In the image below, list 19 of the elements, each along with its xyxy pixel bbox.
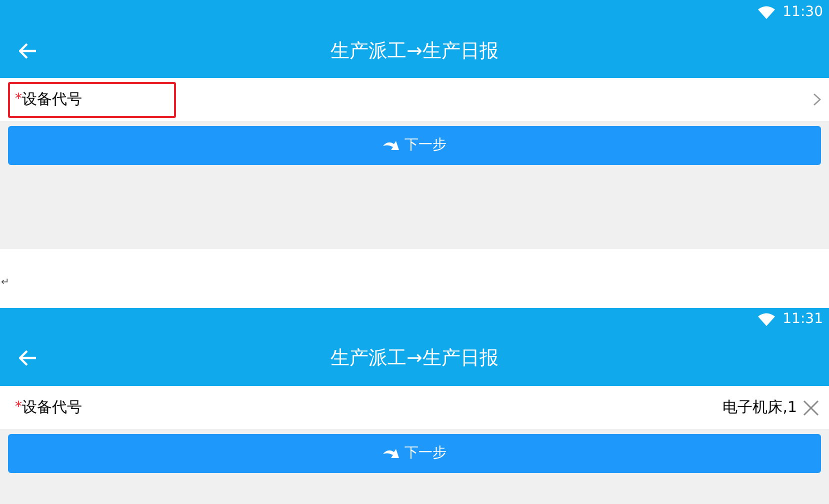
back-arrow-icon [19,43,37,59]
redo-arrow-icon [382,448,398,459]
field-label: *设备代号 [8,82,176,118]
device-code-row[interactable]: *设备代号 电子机床,1 [0,386,829,429]
wifi-icon [758,312,775,326]
chevron-right-icon [813,93,821,106]
paragraph-mark: ↵ [1,276,10,290]
field-value: 电子机床,1 [722,397,797,418]
close-icon [803,400,819,416]
wifi-icon [758,6,775,18]
redo-arrow-icon [382,140,398,151]
screen-title: 生产派工→生产日报 [330,346,498,371]
status-time: 11:31 [782,310,823,328]
device-code-row[interactable]: *设备代号 [0,78,829,121]
status-time: 11:30 [782,2,823,22]
screen-title: 生产派工→生产日报 [330,38,498,64]
field-label: *设备代号 [14,397,83,418]
clear-button[interactable] [801,398,821,418]
back-arrow-icon [19,350,37,366]
